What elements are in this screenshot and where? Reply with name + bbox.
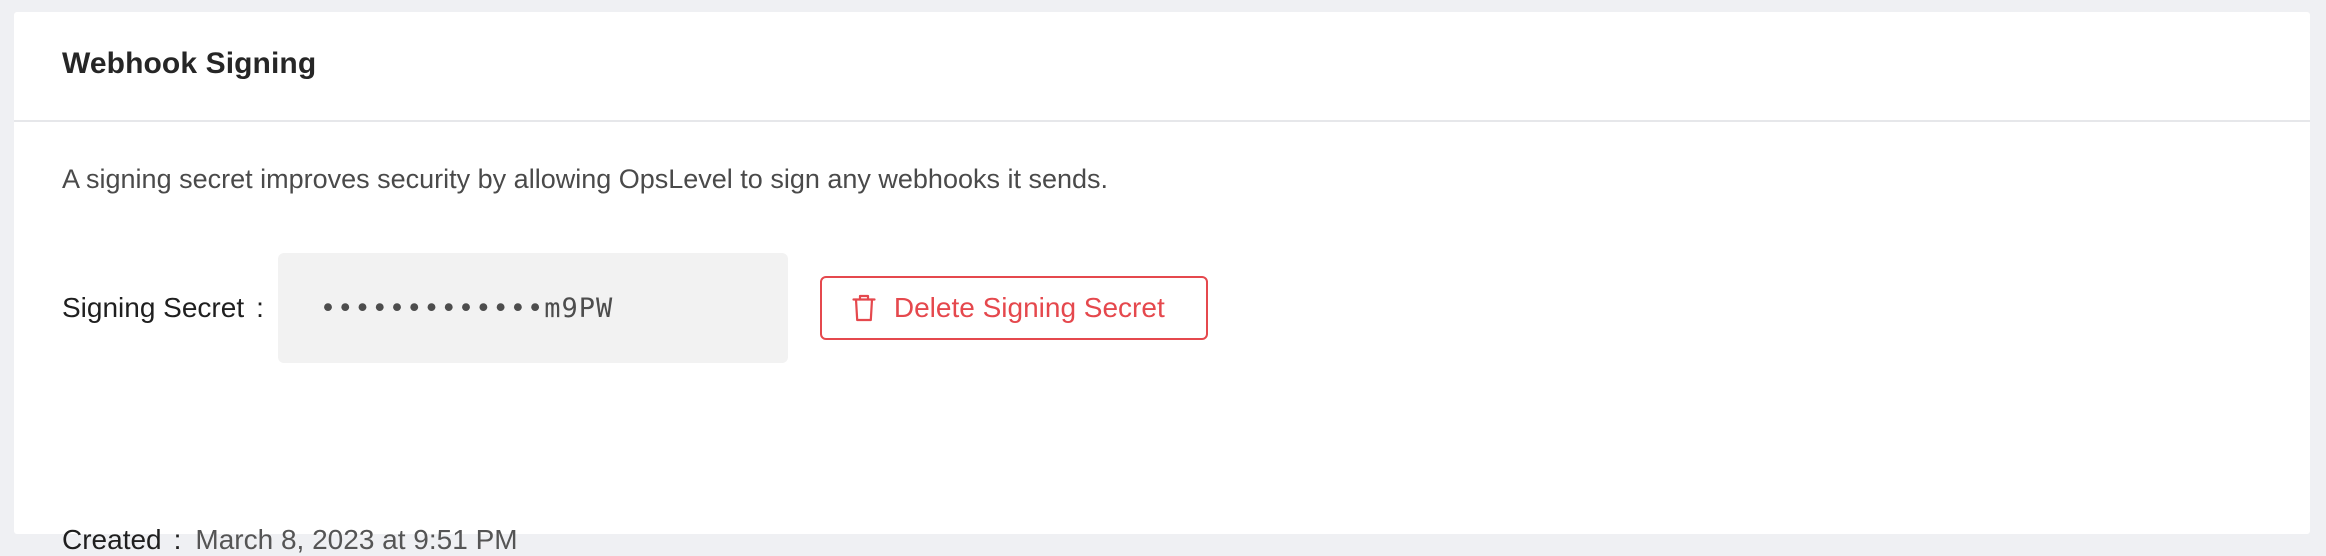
signing-secret-colon: : (256, 292, 264, 323)
created-row: Created : March 8, 2023 at 9:51 PM (62, 524, 518, 556)
created-label: Created (62, 524, 162, 555)
signing-secret-row: Signing Secret : •••••••••••••m9PW Delet… (62, 253, 1208, 363)
delete-signing-secret-label: Delete Signing Secret (893, 292, 1165, 323)
created-colon: : (173, 524, 182, 555)
section-title: Webhook Signing (62, 47, 317, 80)
delete-signing-secret-button[interactable]: Delete Signing Secret (819, 276, 1208, 340)
trash-icon (852, 294, 876, 322)
signing-secret-value: •••••••••••••m9PW (277, 253, 788, 363)
webhook-signing-card: Webhook Signing A signing secret improve… (14, 12, 2310, 555)
section-description: A signing secret improves security by al… (62, 164, 1109, 194)
card-header: Webhook Signing (14, 12, 2310, 122)
signing-secret-label: Signing Secret (62, 292, 245, 323)
created-value: March 8, 2023 at 9:51 PM (195, 524, 518, 555)
